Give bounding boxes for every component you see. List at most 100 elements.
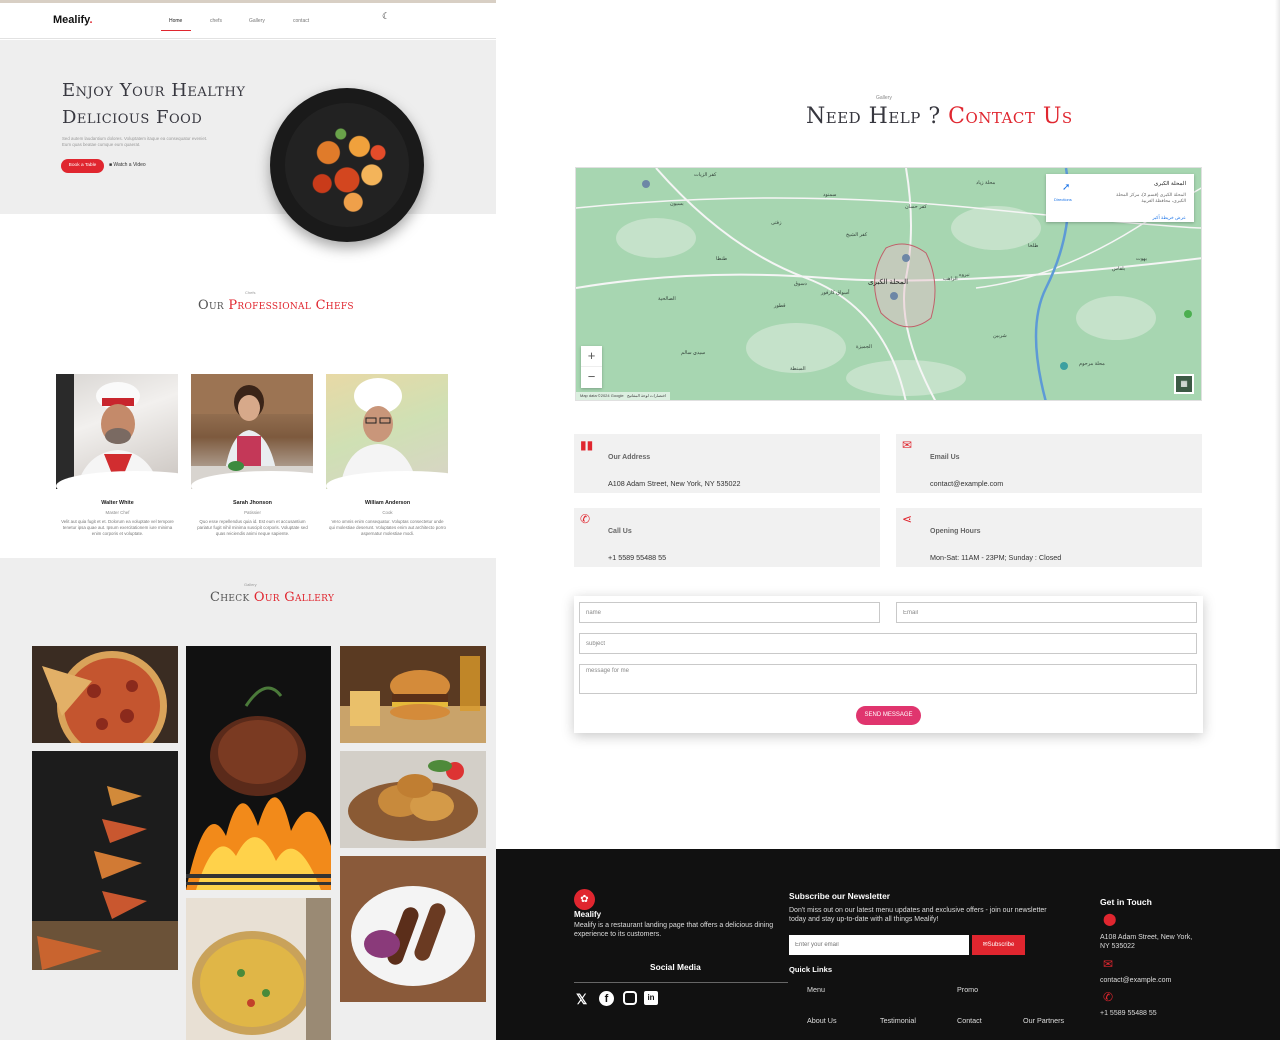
video-icon: ■ (109, 162, 113, 168)
chef-name: William Anderson (364, 500, 411, 506)
call-label: Call Us (608, 528, 632, 535)
name-input[interactable] (579, 602, 880, 623)
map-label: قطور (774, 303, 786, 309)
gallery-title: Check Our Gallery (210, 590, 335, 605)
map-layers-button[interactable]: ▦ (1174, 374, 1194, 394)
nav-chefs[interactable]: chefs (210, 18, 222, 24)
map-label: بسيون (670, 201, 684, 207)
message-textarea[interactable] (579, 664, 1197, 694)
nav-gallery[interactable]: Gallery (249, 18, 265, 24)
chef-role: Master Chef (105, 510, 130, 515)
email-label: Email Us (930, 454, 960, 461)
footer-link-contact[interactable]: Contact (957, 1016, 982, 1025)
moon-icon[interactable]: ☾ (382, 11, 390, 22)
embedded-map[interactable]: كفر الزيات سمنود بسيون طنطا زفتى الصالحي… (575, 167, 1202, 401)
newsletter-description: Don't miss out on our latest menu update… (789, 907, 1047, 923)
hours-value: Mon-Sat: 11AM - 23PM; Sunday : Closed (930, 553, 1062, 562)
call-info-box: ✆ Call Us +1 5589 55488 55 (574, 508, 880, 567)
navbar: Mealify. Home chefs Gallery contact ☾ (0, 3, 496, 39)
footer-email: contact@example.com (1100, 977, 1172, 984)
map-label: الجميزة (856, 344, 872, 350)
map-label: محلة مرحوم (1079, 361, 1105, 367)
zoom-in-button[interactable]: + (581, 346, 602, 367)
book-table-button[interactable]: Book a Table (61, 159, 104, 173)
linkedin-icon[interactable]: in (644, 991, 658, 1005)
nav-active-indicator (161, 30, 191, 31)
footer-link-about[interactable]: About Us (807, 1016, 837, 1025)
map-label: طنطا (716, 256, 728, 262)
map-label: السنطة (790, 366, 806, 372)
gallery-image-pizza[interactable] (32, 646, 178, 743)
gallery-kicker: Gallery (244, 582, 257, 587)
email-value: contact@example.com (930, 479, 1004, 488)
chefs-title: Our Professional Chefs (198, 298, 354, 313)
directions-icon[interactable]: ➚ (1062, 182, 1070, 193)
instagram-icon[interactable] (623, 991, 637, 1005)
map-label: زفتى (771, 220, 782, 226)
contact-kicker: Gallery (876, 95, 892, 101)
address-value: A108 Adam Street, New York, NY 535022 (608, 479, 741, 488)
footer-link-menu[interactable]: Menu (807, 985, 825, 994)
chef-role: Patissier (244, 510, 261, 515)
map-zoom-control: + − (581, 346, 602, 388)
chefs-kicker: Chefs (245, 290, 256, 295)
gallery-image-grill[interactable] (186, 646, 331, 890)
map-icon: ▮▮ (580, 438, 594, 452)
location-pin-icon: ⬤ (1103, 912, 1117, 926)
footer-link-partners[interactable]: Our Partners (1023, 1016, 1064, 1025)
nav-home[interactable]: Home (169, 18, 182, 24)
map-place-card: المحلة الكبرى المحلة الكبرى (قسم 2)، مرك… (1046, 174, 1194, 222)
call-value: +1 5589 55488 55 (608, 553, 667, 562)
map-label: بلقاس (1112, 266, 1126, 272)
address-label: Our Address (608, 454, 651, 461)
map-label: سمنود (823, 192, 837, 198)
email-input[interactable] (896, 602, 1197, 623)
footer-phone: +1 5589 55488 55 (1100, 1010, 1157, 1017)
watch-video-button[interactable]: ■ Watch a Video (109, 162, 146, 168)
map-label: محلة زياد (976, 180, 996, 186)
send-message-button[interactable]: SEND MESSAGE (856, 706, 921, 725)
envelope-icon: ✉ (1103, 957, 1114, 971)
hero-section: Enjoy Your Healthy Delicious Food Sed au… (0, 40, 496, 242)
hero-food-image (270, 88, 424, 242)
footer-link-testimonial[interactable]: Testimonial (880, 1016, 916, 1025)
map-city-label: المحلة الكبرى (868, 279, 909, 286)
nav-contact[interactable]: contact (293, 18, 309, 24)
map-label: طلخا (1028, 243, 1039, 249)
map-label: كفر حسان (905, 204, 927, 210)
chef-name: Sarah Jhonson (233, 500, 272, 506)
email-info-box: ✉ Email Us contact@example.com (896, 434, 1202, 493)
gallery-image-kebab[interactable] (340, 856, 486, 1002)
chef-role: Cook (382, 510, 393, 515)
zoom-out-button[interactable]: − (581, 367, 602, 388)
landing-page-preview: Mealify. Home chefs Gallery contact ☾ En… (0, 0, 496, 1040)
gallery-image-rice[interactable] (186, 898, 331, 1040)
subject-input[interactable] (579, 633, 1197, 654)
gallery-image-burger[interactable] (340, 646, 486, 743)
chef-card: Sarah Jhonson Patissier Quo esse repelle… (191, 374, 314, 537)
map-label: سيدي سالم (681, 350, 706, 356)
subscribe-button[interactable]: ✉Subscribe (972, 935, 1025, 955)
map-label: أسواق كارفور (821, 290, 850, 296)
twitter-icon[interactable]: 𝕏 (576, 991, 587, 1008)
get-in-touch-title: Get in Touch (1100, 897, 1152, 907)
chef-description: Velit aut quia fugit et et. Dolorum ea v… (61, 519, 174, 536)
footer-address: A108 Adam Street, New York, NY 535022 (1100, 934, 1193, 950)
gallery-image-pizza-slices[interactable] (32, 751, 178, 970)
map-label: كفر الزيات (694, 172, 717, 178)
contact-form: SEND MESSAGE (574, 596, 1203, 733)
brand-logo[interactable]: Mealify. (53, 14, 93, 26)
map-label: الراهب (943, 276, 958, 282)
hours-label: Opening Hours (930, 528, 981, 535)
newsletter-email-input[interactable] (789, 935, 969, 955)
share-icon: ⋖ (902, 512, 913, 526)
facebook-icon[interactable]: f (599, 991, 614, 1006)
chef-name: Walter White (101, 500, 134, 506)
directions-link[interactable]: Directions (1054, 197, 1072, 202)
map-larger-link[interactable]: عرض خريطة أكبر (1152, 215, 1186, 221)
gallery-image-fried-chicken[interactable] (340, 751, 486, 848)
footer-logo-icon[interactable]: ✿ (574, 889, 595, 910)
map-label: الصالحية (658, 296, 676, 302)
phone-icon: ✆ (580, 512, 591, 526)
footer-link-promo[interactable]: Promo (957, 985, 978, 994)
